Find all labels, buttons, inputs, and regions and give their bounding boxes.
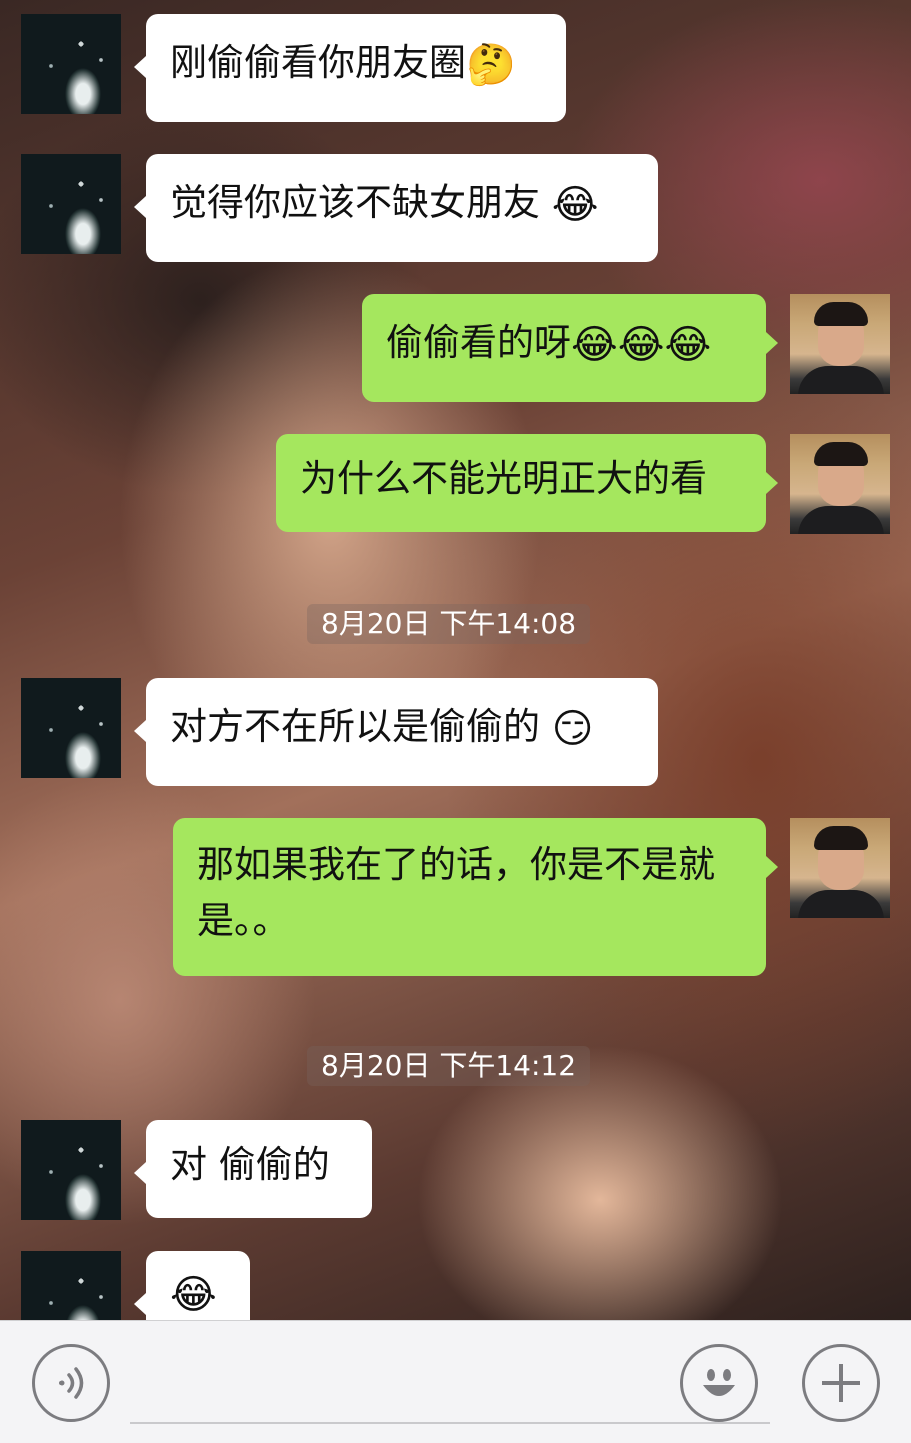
emoji-button[interactable]: [680, 1344, 758, 1422]
chat-input-bar: [0, 1320, 911, 1443]
contact-avatar[interactable]: [21, 1251, 121, 1320]
tears-of-joy-emoji-icon: 😂: [170, 1272, 217, 1318]
contact-avatar[interactable]: [21, 1120, 121, 1220]
message-bubble-outgoing[interactable]: 为什么不能光明正大的看: [276, 434, 778, 532]
message-timestamp: 8月20日 下午14:12: [307, 1046, 591, 1086]
message-bubble-incoming[interactable]: 对方不在所以是偷偷的 😏: [134, 678, 658, 786]
message-bubble-incoming[interactable]: 觉得你应该不缺女朋友 😂: [134, 154, 658, 262]
my-avatar[interactable]: [790, 434, 890, 534]
contact-avatar[interactable]: [21, 678, 121, 778]
message-text: 觉得你应该不缺女朋友: [170, 181, 552, 224]
message-text: 偷偷看的呀: [386, 321, 571, 364]
plus-icon: [822, 1364, 860, 1402]
tears-of-joy-emoji-icon: 😂: [551, 182, 599, 228]
voice-icon: [59, 1367, 84, 1399]
message-bubble-outgoing[interactable]: 偷偷看的呀😂😂😂: [362, 294, 778, 402]
message-timestamp: 8月20日 下午14:08: [307, 604, 591, 644]
message-text: 那如果我在了的话，你是不是就是。。: [197, 843, 715, 942]
message-text: 对 偷偷的: [170, 1143, 330, 1186]
message-bubble-outgoing[interactable]: 那如果我在了的话，你是不是就是。。: [173, 818, 778, 976]
smiley-icon: [703, 1369, 735, 1396]
my-avatar[interactable]: [790, 294, 890, 394]
contact-avatar[interactable]: [21, 154, 121, 254]
message-bubble-incoming[interactable]: 😂: [134, 1251, 250, 1320]
input-underline: [130, 1422, 770, 1424]
thinking-emoji-icon: 🤔: [466, 42, 516, 88]
my-avatar[interactable]: [790, 818, 890, 918]
message-text: 对方不在所以是偷偷的: [170, 705, 552, 748]
contact-avatar[interactable]: [21, 14, 121, 114]
message-text: 为什么不能光明正大的看: [300, 457, 707, 500]
message-bubble-incoming[interactable]: 对 偷偷的: [134, 1120, 372, 1218]
message-bubble-incoming[interactable]: 刚偷偷看你朋友圈🤔: [134, 14, 566, 122]
voice-input-button[interactable]: [32, 1344, 110, 1422]
message-text: 刚偷偷看你朋友圈: [170, 41, 466, 84]
smirk-emoji-icon: 😏: [551, 706, 594, 752]
message-input[interactable]: [130, 1351, 770, 1417]
more-options-button[interactable]: [802, 1344, 880, 1422]
tears-of-joy-emoji-icon: 😂😂😂: [571, 322, 712, 368]
